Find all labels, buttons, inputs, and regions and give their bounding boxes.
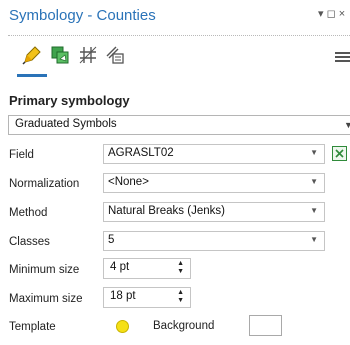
tab-advanced-symbology[interactable] [103, 43, 127, 67]
classes-value: 5 [108, 234, 115, 246]
stepper-arrows-icon[interactable]: ▲ ▼ [177, 260, 184, 276]
chevron-down-icon: ▼ [344, 120, 350, 130]
pane-menu-button[interactable] [335, 52, 350, 64]
pane-window-controls[interactable]: ▾ ◻ × [318, 7, 345, 20]
classes-dropdown[interactable]: 5 ▼ [103, 231, 325, 251]
method-value: Natural Breaks (Jenks) [108, 205, 225, 217]
field-label: Field [9, 149, 34, 161]
tab-vary-symbology[interactable] [76, 43, 100, 67]
expression-button[interactable] [332, 146, 347, 161]
minimum-size-value: 4 pt [110, 261, 130, 273]
expression-icon [335, 149, 344, 158]
symbology-type-dropdown[interactable]: Graduated Symbols [8, 115, 350, 135]
maximum-size-value: 18 pt [110, 290, 136, 302]
pane-title: Symbology - Counties [9, 7, 156, 24]
chevron-down-icon: ▼ [310, 206, 318, 215]
tab-primary-symbology[interactable] [20, 43, 44, 67]
method-label: Method [9, 207, 48, 219]
template-label: Template [9, 321, 56, 333]
title-divider [8, 35, 350, 36]
minimum-size-stepper[interactable]: 4 pt ▲ ▼ [103, 258, 191, 279]
symbol-layers-icon [51, 46, 69, 64]
background-label: Background [153, 320, 215, 332]
section-title: Primary symbology [9, 93, 130, 108]
background-color-swatch[interactable] [249, 315, 282, 336]
template-symbol-swatch[interactable] [116, 320, 129, 333]
chevron-down-icon: ▼ [310, 148, 318, 157]
classes-label: Classes [9, 236, 50, 248]
tab-symbol-layers[interactable] [48, 43, 72, 67]
primary-symbology-icon [22, 46, 41, 65]
stepper-arrows-icon[interactable]: ▲ ▼ [177, 289, 184, 305]
maximum-size-stepper[interactable]: 18 pt ▲ ▼ [103, 287, 191, 308]
advanced-symbology-icon [106, 46, 124, 64]
vary-symbology-icon [79, 46, 97, 64]
minimum-size-label: Minimum size [9, 264, 80, 276]
field-value: AGRASLT02 [108, 147, 174, 159]
method-dropdown[interactable]: Natural Breaks (Jenks) ▼ [103, 202, 325, 222]
normalization-value: <None> [108, 176, 149, 188]
field-dropdown[interactable]: AGRASLT02 ▼ [103, 144, 325, 164]
normalization-dropdown[interactable]: <None> ▼ [103, 173, 325, 193]
chevron-down-icon: ▼ [310, 235, 318, 244]
maximum-size-label: Maximum size [9, 293, 83, 305]
chevron-down-icon: ▼ [310, 177, 318, 186]
normalization-label: Normalization [9, 178, 80, 190]
active-tab-indicator [17, 74, 47, 77]
